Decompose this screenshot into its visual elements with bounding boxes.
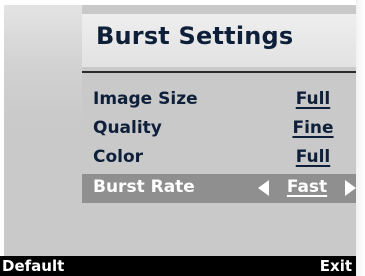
title-divider bbox=[82, 71, 356, 73]
exit-softkey[interactable]: Exit bbox=[320, 257, 352, 275]
menu-left-panel bbox=[4, 4, 82, 256]
arrow-left-icon[interactable] bbox=[258, 180, 269, 196]
menu-item-image-size[interactable]: Image Size Full bbox=[82, 86, 356, 115]
menu-item-value[interactable]: Full bbox=[278, 147, 348, 167]
softkey-bar: Default Exit bbox=[0, 256, 356, 276]
menu-item-value[interactable]: Fast bbox=[278, 177, 336, 197]
menu-item-value[interactable]: Full bbox=[278, 89, 348, 109]
menu-item-label: Quality bbox=[93, 118, 162, 138]
arrow-right-icon[interactable] bbox=[345, 180, 356, 196]
menu-item-label: Color bbox=[93, 147, 144, 167]
screen-bezel-right bbox=[356, 0, 365, 276]
default-softkey[interactable]: Default bbox=[2, 257, 64, 275]
menu-item-burst-rate[interactable]: Burst Rate Fast bbox=[82, 174, 356, 203]
menu-item-quality[interactable]: Quality Fine bbox=[82, 115, 356, 144]
menu-item-value[interactable]: Fine bbox=[278, 118, 348, 138]
menu-item-color[interactable]: Color Full bbox=[82, 144, 356, 173]
menu-item-label: Burst Rate bbox=[93, 177, 195, 197]
camera-menu-screen: Burst Settings Image Size Full Quality F… bbox=[0, 0, 365, 276]
menu-title: Burst Settings bbox=[96, 22, 294, 50]
menu-item-label: Image Size bbox=[93, 89, 198, 109]
screen-bezel-top bbox=[0, 0, 365, 5]
